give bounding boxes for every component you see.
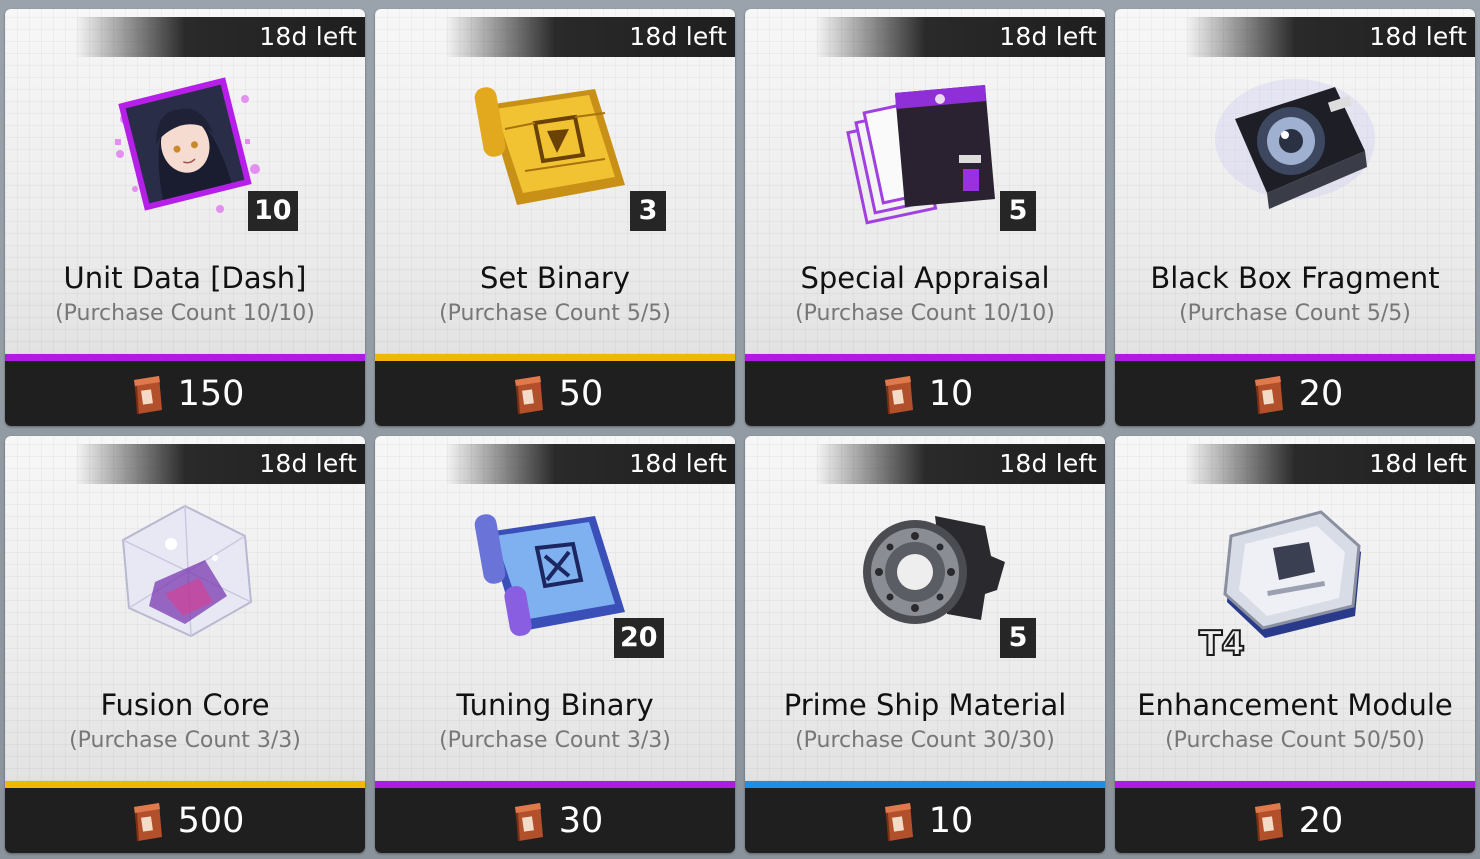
time-remaining: 18d left — [815, 444, 1105, 484]
time-remaining-label: 18d left — [629, 22, 727, 51]
rarity-bar — [1115, 354, 1475, 361]
time-remaining: 18d left — [815, 17, 1105, 57]
time-remaining: 18d left — [1185, 17, 1475, 57]
purchase-count: (Purchase Count 10/10) — [795, 301, 1055, 326]
shop-item-prime-ship-material[interactable]: 18d left 5 Prime Ship Material (Purchase… — [745, 436, 1105, 853]
shop-item-set-binary[interactable]: 18d left 3 Set Binary (Purchase Count 5/… — [375, 9, 735, 426]
price-value: 50 — [558, 373, 604, 414]
scrap-can-icon — [133, 802, 162, 841]
time-remaining: 18d left — [1185, 444, 1475, 484]
rarity-bar — [745, 354, 1105, 361]
item-name: Prime Ship Material — [783, 688, 1067, 722]
item-quantity: 5 — [1000, 618, 1036, 658]
buy-button[interactable]: 30 — [375, 788, 735, 853]
price-value: 10 — [928, 800, 974, 841]
item-name: Fusion Core — [100, 688, 270, 722]
price-value: 150 — [177, 373, 245, 414]
shop-item-unit-data[interactable]: 18d left 10 Unit Data [Dash] (Purchase C… — [5, 9, 365, 426]
purchase-count: (Purchase Count 30/30) — [795, 728, 1055, 753]
shop-item-black-box-fragment[interactable]: 18d left Black Box Fragment (Purchase Co… — [1115, 9, 1475, 426]
shop-item-special-appraisal[interactable]: 18d left 5 Special Appraisal (Purchase C… — [745, 9, 1105, 426]
time-remaining-label: 18d left — [1369, 22, 1467, 51]
scrap-can-icon — [884, 375, 913, 414]
rarity-bar — [375, 354, 735, 361]
item-name: Unit Data [Dash] — [63, 261, 307, 295]
rarity-bar — [5, 354, 365, 361]
tier-badge: T4 — [1198, 623, 1246, 665]
price-value: 30 — [558, 800, 604, 841]
price-value: 20 — [1298, 800, 1344, 841]
item-name: Special Appraisal — [800, 261, 1050, 295]
rarity-bar — [5, 781, 365, 788]
item-name: Set Binary — [479, 261, 631, 295]
buy-button[interactable]: 10 — [745, 361, 1105, 426]
special-appraisal-icon — [835, 59, 1015, 229]
time-remaining-label: 18d left — [1369, 449, 1467, 478]
time-remaining-label: 18d left — [259, 22, 357, 51]
price-value: 20 — [1298, 373, 1344, 414]
item-name: Enhancement Module — [1137, 688, 1453, 722]
item-quantity: 5 — [1000, 191, 1036, 231]
shop-grid: 18d left 10 Unit Data [Dash] (Purchase C… — [0, 0, 1480, 859]
rarity-bar — [1115, 781, 1475, 788]
purchase-count: (Purchase Count 5/5) — [439, 301, 671, 326]
rarity-bar — [375, 781, 735, 788]
rarity-bar — [745, 781, 1105, 788]
set-binary-icon — [465, 59, 645, 229]
item-name: Tuning Binary — [456, 688, 654, 722]
prime-ship-material-icon — [835, 486, 1015, 656]
time-remaining: 18d left — [445, 444, 735, 484]
time-remaining-label: 18d left — [999, 22, 1097, 51]
fusion-core-icon — [95, 486, 275, 656]
buy-button[interactable]: 20 — [1115, 361, 1475, 426]
item-quantity: 3 — [630, 191, 666, 231]
item-quantity: 10 — [248, 191, 298, 231]
scrap-can-icon — [514, 802, 543, 841]
shop-item-enhancement-module[interactable]: 18d left T4 Enhancement Module (Purchase… — [1115, 436, 1475, 853]
time-remaining-label: 18d left — [259, 449, 357, 478]
buy-button[interactable]: 500 — [5, 788, 365, 853]
time-remaining: 18d left — [445, 17, 735, 57]
purchase-count: (Purchase Count 3/3) — [69, 728, 301, 753]
scrap-can-icon — [884, 802, 913, 841]
buy-button[interactable]: 150 — [5, 361, 365, 426]
buy-button[interactable]: 20 — [1115, 788, 1475, 853]
shop-item-tuning-binary[interactable]: 18d left 20 Tuning Binary (Purchase Coun… — [375, 436, 735, 853]
time-remaining: 18d left — [75, 17, 365, 57]
black-box-fragment-icon — [1205, 59, 1385, 229]
purchase-count: (Purchase Count 5/5) — [1179, 301, 1411, 326]
scrap-can-icon — [133, 375, 162, 414]
time-remaining: 18d left — [75, 444, 365, 484]
price-value: 10 — [928, 373, 974, 414]
time-remaining-label: 18d left — [999, 449, 1097, 478]
time-remaining-label: 18d left — [629, 449, 727, 478]
scrap-can-icon — [1254, 802, 1283, 841]
item-name: Black Box Fragment — [1150, 261, 1440, 295]
item-quantity: 20 — [614, 618, 664, 658]
purchase-count: (Purchase Count 10/10) — [55, 301, 315, 326]
scrap-can-icon — [514, 375, 543, 414]
purchase-count: (Purchase Count 3/3) — [439, 728, 671, 753]
shop-item-fusion-core[interactable]: 18d left Fusion Core (Purchase Count 3/3… — [5, 436, 365, 853]
purchase-count: (Purchase Count 50/50) — [1165, 728, 1425, 753]
buy-button[interactable]: 50 — [375, 361, 735, 426]
scrap-can-icon — [1254, 375, 1283, 414]
buy-button[interactable]: 10 — [745, 788, 1105, 853]
price-value: 500 — [177, 800, 245, 841]
